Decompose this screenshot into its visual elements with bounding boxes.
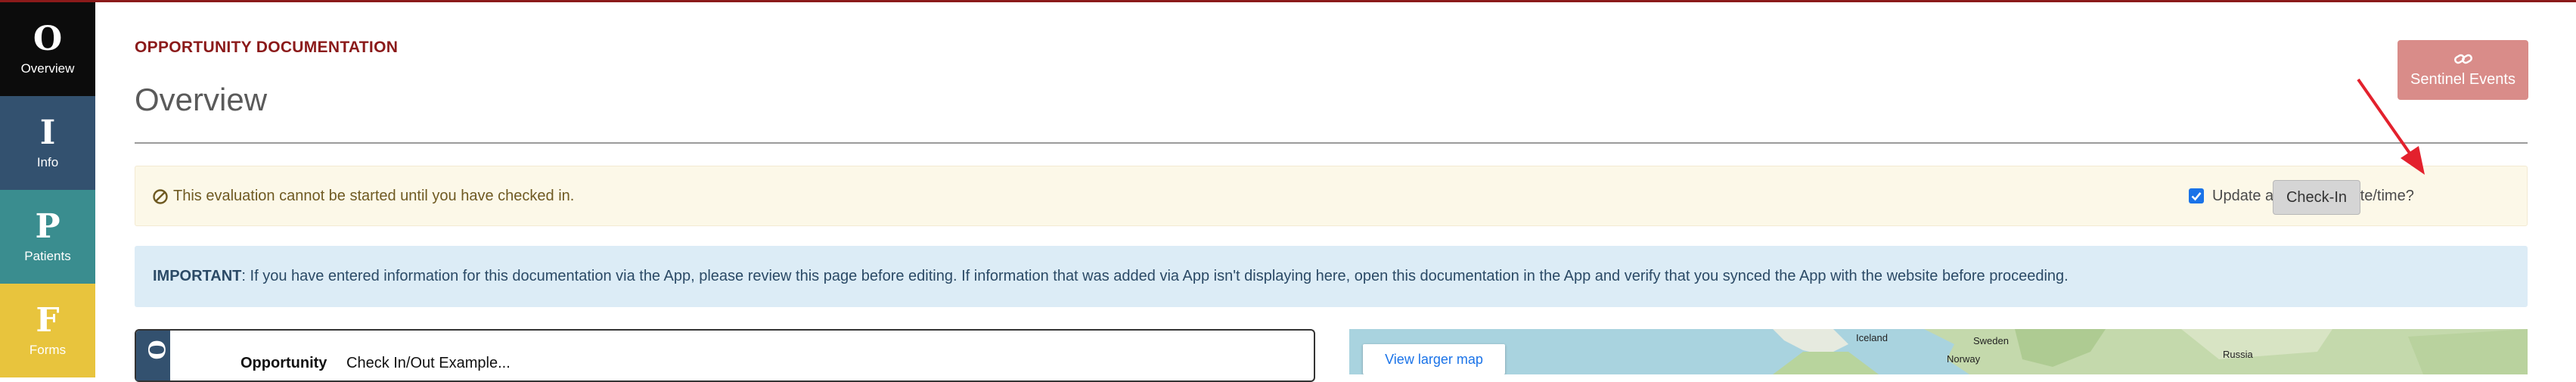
nav-info-label: Info [36, 155, 59, 169]
map-label-russia: Russia [2223, 349, 2253, 360]
map-terrain [1773, 329, 2528, 374]
opportunity-value: Check In/Out Example... [346, 355, 511, 371]
link-icon [2453, 54, 2472, 64]
nav-patients-label: Patients [24, 249, 71, 263]
nav-forms-label: Forms [29, 343, 67, 357]
card-side-tab: O [136, 331, 170, 380]
important-body: : If you have entered information for th… [241, 268, 2069, 284]
opportunity-label: Opportunity [241, 355, 327, 371]
nav-overview[interactable]: O Overview [0, 2, 95, 96]
page-title: Overview [135, 82, 268, 117]
section-eyebrow: OPPORTUNITY DOCUMENTATION [135, 39, 399, 56]
map-label-iceland: Iceland [1856, 332, 1888, 343]
important-notice: IMPORTANT: If you have entered informati… [135, 246, 2528, 307]
check-icon [2191, 192, 2202, 201]
card-side-letter: O [142, 340, 169, 360]
annotation-arrow-icon [2357, 78, 2425, 175]
location-map[interactable]: View larger map Iceland Sweden Norway Ru… [1349, 329, 2528, 374]
nav-patients-letter: P [35, 207, 61, 246]
nav-overview-label: Overview [20, 61, 75, 76]
nav-forms-letter: F [36, 301, 60, 340]
title-divider [135, 142, 2528, 144]
view-larger-map-button[interactable]: View larger map [1363, 344, 1505, 374]
side-nav: O Overview I Info P Patients F Forms [0, 2, 95, 377]
important-text: IMPORTANT: If you have entered informati… [153, 268, 2069, 285]
ban-icon [153, 189, 168, 204]
nav-info-letter: I [39, 113, 56, 152]
map-label-sweden: Sweden [1973, 335, 2009, 346]
nav-info[interactable]: I Info [0, 96, 95, 190]
nav-patients[interactable]: P Patients [0, 190, 95, 284]
warning-text: This evaluation cannot be started until … [173, 188, 575, 204]
checkin-warning: This evaluation cannot be started until … [135, 166, 2528, 226]
nav-forms[interactable]: F Forms [0, 284, 95, 377]
check-in-button[interactable]: Check-In [2273, 180, 2360, 215]
map-label-norway: Norway [1947, 353, 1981, 365]
nav-overview-letter: O [33, 20, 63, 58]
opportunity-card: O Opportunity Check In/Out Example... [135, 329, 1315, 382]
update-start-checkbox[interactable] [2189, 188, 2204, 203]
important-prefix: IMPORTANT [153, 268, 242, 284]
